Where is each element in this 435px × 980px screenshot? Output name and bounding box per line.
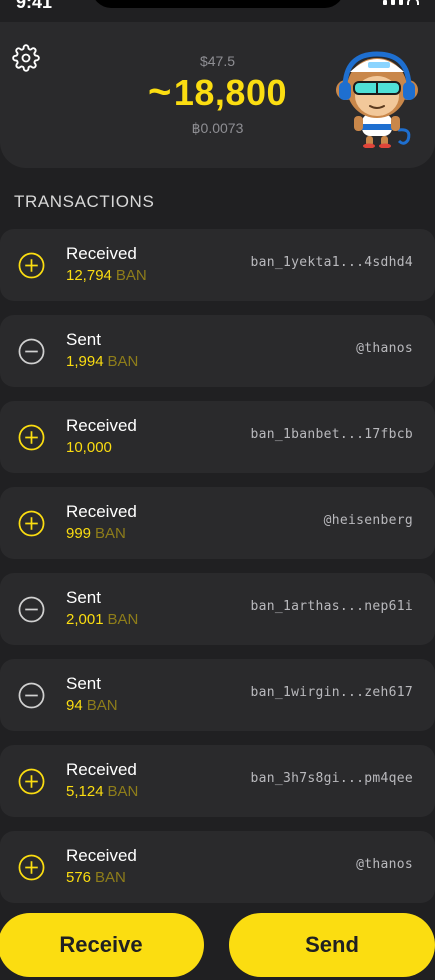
amount-value: 94 <box>66 697 83 714</box>
status-bar: 9:41 <box>0 0 435 22</box>
transaction-type: Received <box>66 416 137 435</box>
transaction-account: ban_1arthas...nep61i <box>250 599 413 614</box>
transaction-account: ban_1wirgin...zeh617 <box>250 685 413 700</box>
transaction-account: ban_1banbet...17fbcb <box>250 427 413 442</box>
transaction-row[interactable]: Sent 1,994 BAN @thanos <box>0 315 435 387</box>
amount-value: 1,994 <box>66 353 104 370</box>
transaction-row[interactable]: Sent 2,001 BAN ban_1arthas...nep61i <box>0 573 435 645</box>
approx-prefix: ~ <box>148 70 172 114</box>
status-icons <box>383 0 419 5</box>
monkey-avatar-icon[interactable] <box>332 44 422 148</box>
balance-value: 18,800 <box>173 72 287 113</box>
wifi-icon <box>407 0 419 5</box>
amount-value: 999 <box>66 525 92 542</box>
transaction-type: Received <box>66 846 137 865</box>
transaction-amount: 12,794 BAN <box>66 267 147 284</box>
minus-circle-icon <box>18 338 45 365</box>
amount-value: 576 <box>66 869 92 886</box>
balance-card: $47.5 ~18,800 ฿0.0073 <box>0 22 435 168</box>
transaction-amount: 10,000 <box>66 439 112 456</box>
transaction-amount: 94 BAN <box>66 697 118 714</box>
wallet-screen: 9:41 $47.5 ~18,800 ฿0.0073 TRANSACTIONS … <box>0 0 435 980</box>
transaction-type: Received <box>66 760 137 779</box>
transaction-row[interactable]: Received 5,124 BAN ban_3h7s8gi...pm4qee <box>0 745 435 817</box>
transaction-row[interactable]: Sent 94 BAN ban_1wirgin...zeh617 <box>0 659 435 731</box>
transaction-type: Received <box>66 244 137 263</box>
amount-value: 5,124 <box>66 783 104 800</box>
signal-icon <box>383 0 387 5</box>
plus-circle-icon <box>18 424 45 451</box>
notch <box>92 0 344 8</box>
amount-unit: BAN <box>107 611 139 628</box>
transaction-row[interactable]: Received 999 BAN @heisenberg <box>0 487 435 559</box>
amount-value: 10,000 <box>66 439 112 456</box>
send-button[interactable]: Send <box>229 913 435 977</box>
transaction-amount: 2,001 BAN <box>66 611 138 628</box>
transaction-account: @heisenberg <box>323 513 413 528</box>
transaction-row[interactable]: Received 12,794 BAN ban_1yekta1...4sdhd4 <box>0 229 435 301</box>
amount-unit: BAN <box>86 697 118 714</box>
signal-bar <box>391 0 395 5</box>
transaction-row[interactable]: Received 576 BAN @thanos <box>0 831 435 903</box>
transaction-type: Sent <box>66 674 101 693</box>
transaction-type: Sent <box>66 330 101 349</box>
status-time: 9:41 <box>16 0 53 12</box>
transaction-type: Sent <box>66 588 101 607</box>
signal-bar <box>399 0 403 5</box>
transaction-account: @thanos <box>356 857 413 872</box>
plus-circle-icon <box>18 768 45 795</box>
transactions-title: TRANSACTIONS <box>14 192 155 211</box>
transaction-account: ban_1yekta1...4sdhd4 <box>250 255 413 270</box>
transaction-type: Received <box>66 502 137 521</box>
minus-circle-icon <box>18 596 45 623</box>
amount-unit: BAN <box>95 525 126 542</box>
plus-circle-icon <box>18 252 45 279</box>
transaction-account: @thanos <box>356 341 413 356</box>
amount-unit: BAN <box>107 783 139 800</box>
amount-value: 12,794 <box>66 267 112 284</box>
amount-unit: BAN <box>115 267 147 284</box>
transaction-amount: 1,994 BAN <box>66 353 138 370</box>
plus-circle-icon <box>18 510 45 537</box>
transaction-amount: 576 BAN <box>66 869 126 886</box>
transaction-amount: 999 BAN <box>66 525 126 542</box>
amount-value: 2,001 <box>66 611 104 628</box>
transaction-row[interactable]: Received 10,000 ban_1banbet...17fbcb <box>0 401 435 473</box>
amount-unit: BAN <box>107 353 139 370</box>
plus-circle-icon <box>18 854 45 881</box>
minus-circle-icon <box>18 682 45 709</box>
transaction-account: ban_3h7s8gi...pm4qee <box>250 771 413 786</box>
receive-button[interactable]: Receive <box>0 913 204 977</box>
amount-unit: BAN <box>95 869 126 886</box>
transaction-amount: 5,124 BAN <box>66 783 138 800</box>
